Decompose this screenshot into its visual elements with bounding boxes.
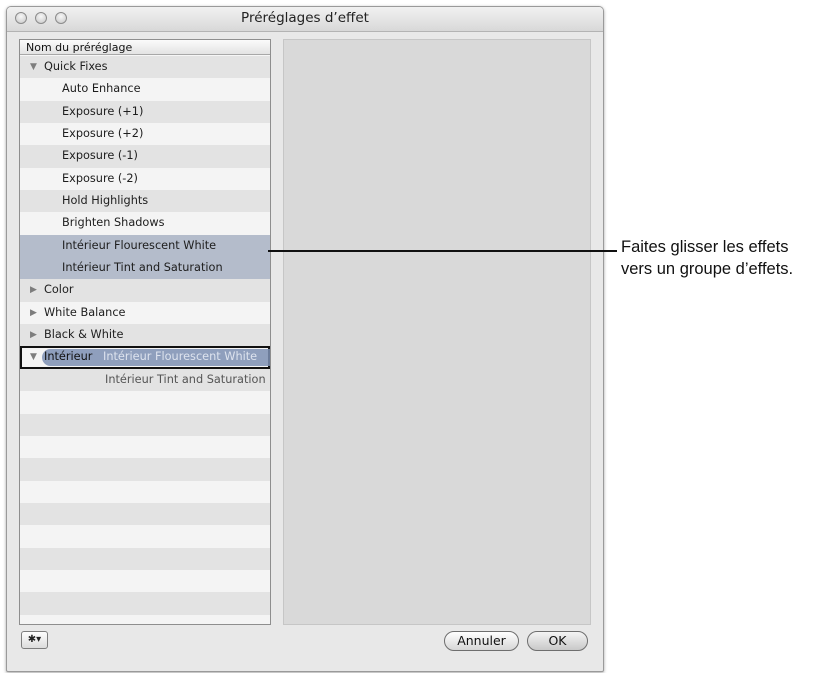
empty-row <box>20 458 270 481</box>
action-menu-button[interactable]: ✱▾ <box>21 631 48 649</box>
list-item[interactable]: Exposure (+2) <box>20 123 270 146</box>
list-item-label: Exposure (-2) <box>62 171 138 185</box>
effect-presets-window: Préréglages d’effet Nom du préréglage ▼ Q… <box>6 6 604 672</box>
list-item-ghost-row: Intérieur Tint and Saturation <box>20 368 270 392</box>
dragged-item-ghost: Intérieur Tint and Saturation <box>105 372 266 386</box>
callout-line-2: vers un groupe d’effets. <box>621 260 794 278</box>
list-item[interactable]: Hold Highlights <box>20 190 270 213</box>
list-item-label: Intérieur Tint and Saturation <box>62 261 223 275</box>
preset-rows: ▼ Quick Fixes Auto Enhance Exposure (+1) … <box>20 56 270 624</box>
list-item[interactable]: Brighten Shadows <box>20 212 270 235</box>
preset-detail-pane <box>283 39 591 625</box>
list-item-label: Black & White <box>44 328 124 342</box>
disclosure-triangle-icon[interactable]: ▼ <box>30 56 37 78</box>
window-title: Préréglages d’effet <box>241 10 369 26</box>
empty-row <box>20 480 270 503</box>
list-item[interactable]: ▼ Quick Fixes <box>20 56 270 79</box>
group-label: Intérieur <box>44 350 93 364</box>
list-item-selected[interactable]: Intérieur Tint and Saturation <box>20 257 270 280</box>
list-item[interactable]: ▶ Black & White <box>20 324 270 347</box>
list-item[interactable]: Exposure (+1) <box>20 100 270 124</box>
empty-row <box>20 614 270 624</box>
empty-row <box>20 391 270 414</box>
list-item[interactable]: ▶ White Balance <box>20 301 270 325</box>
list-item-label: Intérieur Flourescent White <box>62 238 217 252</box>
empty-row <box>20 502 270 526</box>
list-item-label: Brighten Shadows <box>62 216 165 230</box>
disclosure-triangle-icon[interactable]: ▶ <box>30 279 37 301</box>
list-item[interactable]: Exposure (-2) <box>20 167 270 191</box>
empty-row <box>20 592 270 615</box>
gear-icon: ✱▾ <box>27 634 42 645</box>
dragged-item-ghost: Intérieur Flourescent White <box>103 350 258 364</box>
callout-line <box>268 250 617 252</box>
callout-annotation: Faites glisser les effets vers un groupe… <box>621 236 831 280</box>
empty-row <box>20 413 270 436</box>
preset-list[interactable]: Nom du préréglage ▼ Quick Fixes Auto Enha… <box>19 39 271 625</box>
list-item-label: Color <box>44 283 74 297</box>
list-item[interactable]: Auto Enhance <box>20 78 270 101</box>
empty-row <box>20 525 270 548</box>
empty-row <box>20 547 270 570</box>
ok-button[interactable]: OK <box>527 631 588 651</box>
callout-line-1: Faites glisser les effets <box>621 238 789 256</box>
drop-target-group-row[interactable]: ▼ Intérieur Intérieur Flourescent White <box>20 346 270 369</box>
list-item-label: Exposure (+1) <box>62 104 144 118</box>
list-item-label: Quick Fixes <box>44 60 108 73</box>
title-bar: Préréglages d’effet <box>7 7 603 32</box>
list-item-label: Hold Highlights <box>62 194 149 208</box>
empty-row <box>20 569 270 593</box>
disclosure-triangle-icon[interactable]: ▼ <box>30 346 37 368</box>
list-item[interactable]: Exposure (-1) <box>20 145 270 168</box>
empty-row <box>20 435 270 459</box>
disclosure-triangle-icon[interactable]: ▶ <box>30 324 37 346</box>
column-header-preset-name[interactable]: Nom du préréglage <box>20 40 270 55</box>
list-item-label: Exposure (+2) <box>62 127 144 141</box>
disclosure-triangle-icon[interactable]: ▶ <box>30 302 37 324</box>
list-item-label: White Balance <box>44 305 126 319</box>
list-item[interactable]: ▶ Color <box>20 279 270 302</box>
list-item-selected[interactable]: Intérieur Flourescent White <box>20 234 270 258</box>
cancel-button[interactable]: Annuler <box>444 631 519 651</box>
list-item-label: Exposure (-1) <box>62 149 138 163</box>
list-item-label: Auto Enhance <box>62 82 141 96</box>
